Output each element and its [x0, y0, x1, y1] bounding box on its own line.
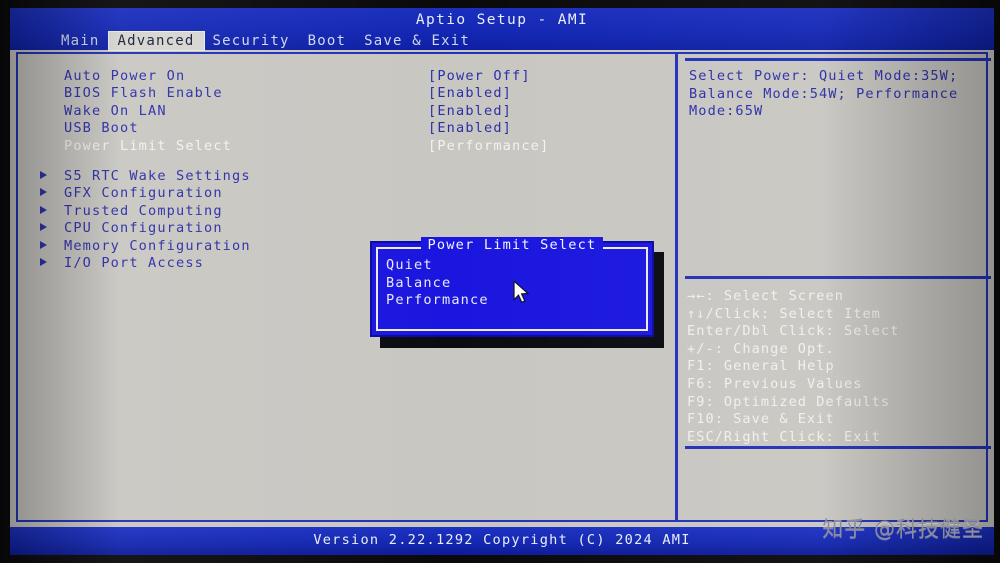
setting-row[interactable]: S5 RTC Wake Settings: [40, 168, 660, 185]
legend-line: F1: General Help: [687, 358, 835, 375]
submenu-arrow-icon: [40, 205, 47, 214]
tab-main[interactable]: Main: [52, 32, 109, 50]
legend-line: F10: Save & Exit: [687, 411, 835, 428]
legend-line: ESC/Right Click: Exit: [687, 428, 881, 445]
popup-option[interactable]: Performance: [386, 292, 489, 310]
setting-row[interactable]: Power Limit Select [Performance]: [40, 138, 660, 155]
submenu-arrow-icon: [40, 257, 47, 266]
watermark: 知乎 @科技健圣: [822, 517, 984, 541]
legend-line: ↑↓/Click: Select Item: [687, 305, 881, 322]
setting-row[interactable]: USB Boot [Enabled]: [40, 120, 660, 137]
setting-row[interactable]: BIOS Flash Enable [Enabled]: [40, 85, 660, 102]
popup-title: Power Limit Select: [372, 234, 652, 253]
setting-label: USB Boot: [64, 120, 139, 137]
help-rule-bottom: [685, 446, 991, 449]
tab-security[interactable]: Security: [204, 32, 299, 50]
setting-value[interactable]: [Enabled]: [428, 103, 512, 119]
tab-boot[interactable]: Boot: [299, 32, 356, 50]
setting-row[interactable]: Trusted Computing: [40, 203, 660, 220]
tab-advanced[interactable]: Advanced: [108, 32, 204, 50]
popup-option-list[interactable]: Quiet Balance Performance: [386, 257, 489, 310]
power-limit-dialog[interactable]: Power Limit Select Quiet Balance Performan…: [370, 237, 654, 337]
help-pane: Select Power: Quiet Mode:35W; Balance Mo…: [681, 54, 991, 520]
setting-label: Memory Configuration: [64, 237, 251, 254]
setting-label: BIOS Flash Enable: [64, 85, 223, 102]
popup-option-label: Performance: [386, 292, 489, 309]
help-rule-middle: [685, 276, 991, 279]
tab-save-exit[interactable]: Save & Exit: [355, 32, 479, 50]
mouse-cursor-icon: [513, 281, 530, 304]
popup-option[interactable]: Quiet: [386, 257, 489, 275]
key-legend: →←: Select Screen ↑↓/Click: Select Item En…: [687, 288, 993, 446]
submenu-arrow-icon: [40, 188, 47, 197]
setting-value[interactable]: [Enabled]: [428, 120, 512, 136]
setting-label: Auto Power On: [64, 68, 186, 84]
setting-label: CPU Configuration: [64, 220, 223, 237]
menu-bar[interactable]: Main Advanced Security Boot Save & Exit: [10, 32, 994, 50]
popup-option[interactable]: Balance: [386, 275, 489, 293]
setting-label: GFX Configuration: [64, 185, 223, 202]
setting-row[interactable]: Auto Power On [Power Off]: [40, 68, 660, 85]
popup-title-text: Power Limit Select: [420, 237, 604, 253]
help-description: Select Power: Quiet Mode:35W; Balance Mo…: [689, 68, 959, 120]
submenu-arrow-icon: [40, 240, 47, 249]
popup-option-label: Quiet: [386, 257, 433, 273]
setting-value[interactable]: [Power Off]: [428, 68, 531, 84]
submenu-arrow-icon: [40, 223, 47, 232]
setting-value[interactable]: [Enabled]: [428, 85, 512, 101]
legend-line: +/-: Change Opt.: [687, 340, 835, 357]
bios-screen: Aptio Setup - AMI Main Advanced Security Bo…: [10, 8, 994, 555]
setting-label: Trusted Computing: [64, 202, 223, 219]
setting-row[interactable]: Wake On LAN [Enabled]: [40, 103, 660, 120]
setting-label: Power Limit Select: [64, 137, 233, 154]
title-band: Aptio Setup - AMI Main Advanced Security Bo…: [10, 8, 994, 50]
setting-label: I/O Port Access: [64, 254, 205, 271]
legend-line: F6: Previous Values: [687, 375, 863, 392]
legend-line: F9: Optimized Defaults: [687, 393, 891, 410]
legend-line: →←: Select Screen: [687, 288, 844, 304]
monitor-bezel: Aptio Setup - AMI Main Advanced Security Bo…: [0, 0, 1000, 563]
setting-label: Wake On LAN: [64, 102, 167, 119]
help-rule-top: [685, 58, 991, 61]
setting-label: S5 RTC Wake Settings: [64, 167, 251, 184]
page-title: Aptio Setup - AMI: [415, 12, 589, 28]
setting-value[interactable]: [Performance]: [428, 138, 549, 154]
popup-option-label: Balance: [386, 274, 452, 291]
setting-row[interactable]: GFX Configuration: [40, 185, 660, 202]
submenu-arrow-icon: [40, 170, 47, 179]
legend-line: Enter/Dbl Click: Select: [687, 323, 900, 340]
